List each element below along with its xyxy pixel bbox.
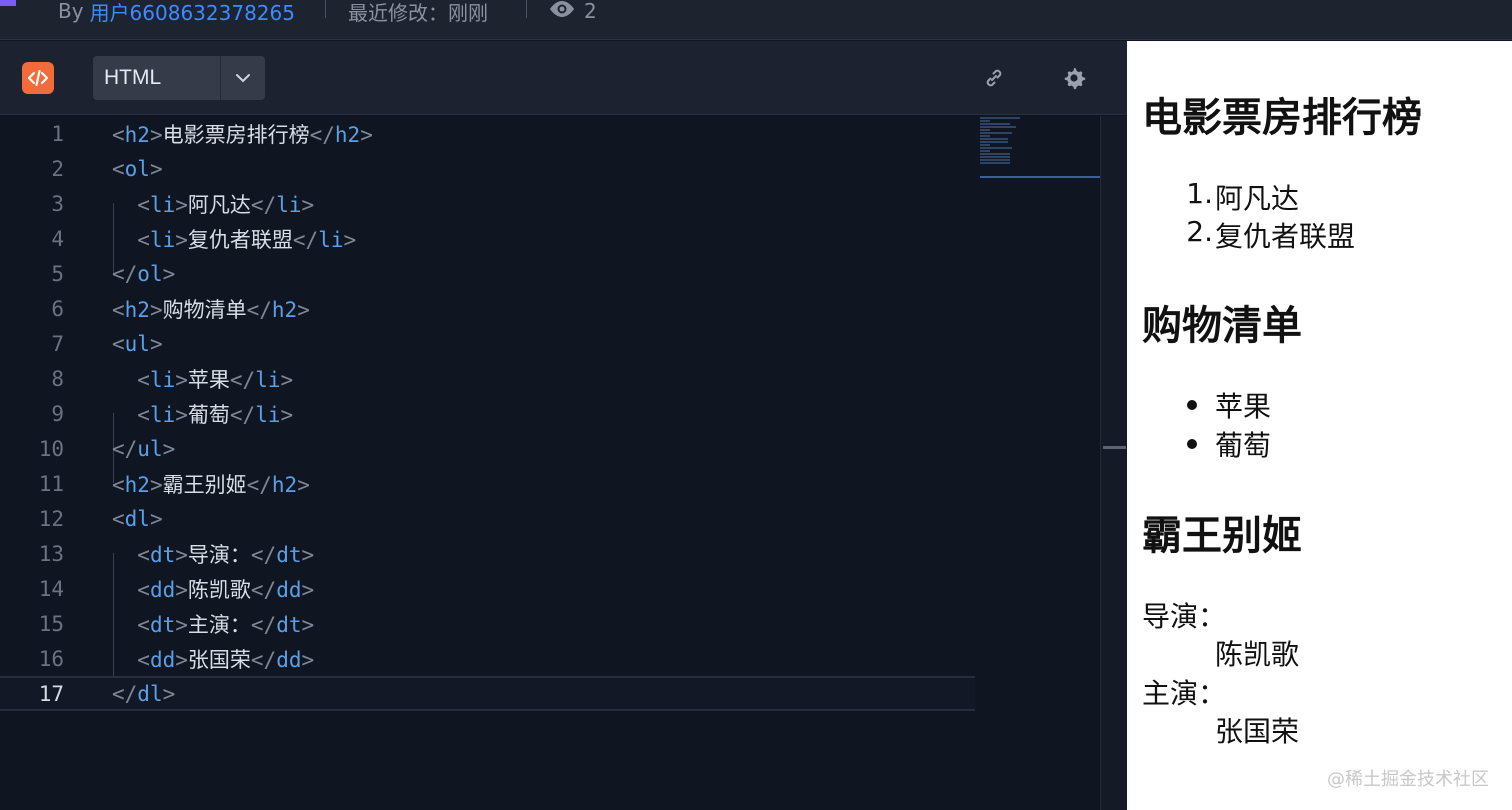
scrollbar-thumb[interactable] — [1103, 446, 1126, 449]
code-line[interactable]: 8 <li>苹果</li> — [0, 361, 975, 396]
line-number: 15 — [38, 611, 64, 636]
line-number: 6 — [51, 296, 64, 321]
line-number: 5 — [51, 261, 64, 286]
eye-icon — [548, 0, 576, 23]
code-line[interactable]: 16 <dd>张国荣</dd> — [0, 641, 975, 676]
code-text: <dd>陈凯歌</dd> — [137, 577, 315, 602]
code-text: <dt>导演：</dt> — [137, 542, 315, 567]
preview-heading-2: 购物清单 — [1142, 303, 1302, 349]
code-text: <ul> — [112, 331, 163, 356]
code-text: <h2>霸王别姬</h2> — [112, 472, 310, 497]
chevron-down-icon[interactable] — [221, 73, 265, 83]
gear-icon[interactable] — [1061, 65, 1087, 91]
code-text: <li>阿凡达</li> — [137, 192, 315, 217]
list-item: 苹果 — [1215, 390, 1272, 423]
definition-term: 导演： — [1142, 600, 1227, 633]
code-text: <h2>购物清单</h2> — [112, 297, 310, 322]
code-line[interactable]: 2 <ol> — [0, 151, 975, 186]
line-number: 14 — [38, 576, 64, 601]
top-info-bar: By 用户6608632378265 最近修改：刚刚 2 — [0, 0, 1512, 40]
language-label: HTML — [104, 66, 162, 89]
code-line[interactable]: 10 </ul> — [0, 431, 975, 466]
code-line[interactable]: 1 <h2>电影票房排行榜</h2> — [0, 116, 975, 151]
line-number: 10 — [38, 436, 64, 461]
code-line[interactable]: 7 <ul> — [0, 326, 975, 361]
code-text: <li>苹果</li> — [137, 367, 294, 392]
line-number: 8 — [51, 366, 64, 391]
code-text: <h2>电影票房排行榜</h2> — [112, 122, 373, 147]
accent-mark — [0, 0, 16, 6]
code-line[interactable]: 9 <li>葡萄</li> — [0, 396, 975, 431]
line-number: 17 — [38, 681, 64, 706]
line-number: 9 — [51, 401, 64, 426]
line-number: 3 — [51, 191, 64, 216]
code-icon — [22, 62, 54, 94]
code-line[interactable]: 13 <dt>导演：</dt> — [0, 536, 975, 571]
code-text: <dt>主演：</dt> — [137, 612, 315, 637]
code-line[interactable]: 14 <dd>陈凯歌</dd> — [0, 571, 975, 606]
line-number: 16 — [38, 646, 64, 671]
author-link[interactable]: 用户6608632378265 — [90, 0, 295, 26]
last-modified: 最近修改：刚刚 — [348, 0, 488, 25]
list-item: 复仇者联盟 — [1215, 220, 1356, 253]
separator — [526, 0, 527, 18]
code-line[interactable]: 3 <li>阿凡达</li> — [0, 186, 975, 221]
bullet-marker — [1187, 400, 1197, 410]
line-number: 1 — [51, 121, 64, 146]
code-text: </ol> — [112, 261, 176, 286]
code-line[interactable]: 12 <dl> — [0, 501, 975, 536]
code-text: </dl> — [112, 681, 176, 706]
view-count: 2 — [548, 0, 597, 23]
code-editor-pane: HTML 1 <h2>电影票房排行榜</h2> 2 <ol> 3 <li>阿凡达</li… — [0, 41, 1127, 810]
language-select[interactable]: HTML — [93, 56, 265, 100]
link-icon[interactable] — [981, 65, 1007, 91]
by-label: By — [58, 0, 84, 23]
code-line[interactable]: 15 <dt>主演：</dt> — [0, 606, 975, 641]
code-text: <li>复仇者联盟</li> — [137, 227, 357, 252]
code-text: <dl> — [112, 506, 163, 531]
code-text: <li>葡萄</li> — [137, 402, 294, 427]
code-text: </ul> — [112, 436, 176, 461]
editor-toolbar: HTML — [0, 41, 1127, 115]
preview-heading-3: 霸王别姬 — [1142, 513, 1302, 559]
ol-marker: 2. — [1186, 215, 1213, 248]
preview-heading-1: 电影票房排行榜 — [1142, 95, 1422, 141]
code-line[interactable]: 4 <li>复仇者联盟</li> — [0, 221, 975, 256]
line-number: 4 — [51, 226, 64, 251]
preview-pane: 电影票房排行榜 1. 阿凡达 2. 复仇者联盟 购物清单 苹果 葡萄 霸王别姬 … — [1127, 41, 1512, 810]
code-minimap[interactable] — [980, 116, 1100, 178]
code-area[interactable]: 1 <h2>电影票房排行榜</h2> 2 <ol> 3 <li>阿凡达</li> 4 <l… — [0, 116, 1100, 810]
line-number: 2 — [51, 156, 64, 181]
code-line[interactable]: 5 </ol> — [0, 256, 975, 291]
line-number: 12 — [38, 506, 64, 531]
view-count-value: 2 — [584, 0, 597, 23]
definition-term: 主演： — [1142, 677, 1227, 710]
list-item: 阿凡达 — [1215, 182, 1300, 215]
watermark: @稀土掘金技术社区 — [1327, 769, 1489, 790]
code-line[interactable]: 6 <h2>购物清单</h2> — [0, 291, 975, 326]
definition-description: 张国荣 — [1215, 715, 1300, 748]
definition-description: 陈凯歌 — [1215, 638, 1300, 671]
line-number: 7 — [51, 331, 64, 356]
author-info: By 用户6608632378265 — [58, 0, 295, 25]
list-item: 葡萄 — [1215, 429, 1272, 462]
code-text: <dd>张国荣</dd> — [137, 647, 315, 672]
line-number: 11 — [38, 471, 64, 496]
ol-marker: 1. — [1186, 177, 1213, 210]
code-line[interactable]: 11 <h2>霸王别姬</h2> — [0, 466, 975, 501]
separator — [325, 0, 326, 18]
code-text: <ol> — [112, 156, 163, 181]
line-number: 13 — [38, 541, 64, 566]
code-line[interactable]: 17 </dl> — [0, 676, 975, 711]
bullet-marker — [1187, 439, 1197, 449]
vertical-scrollbar[interactable] — [1100, 116, 1127, 810]
